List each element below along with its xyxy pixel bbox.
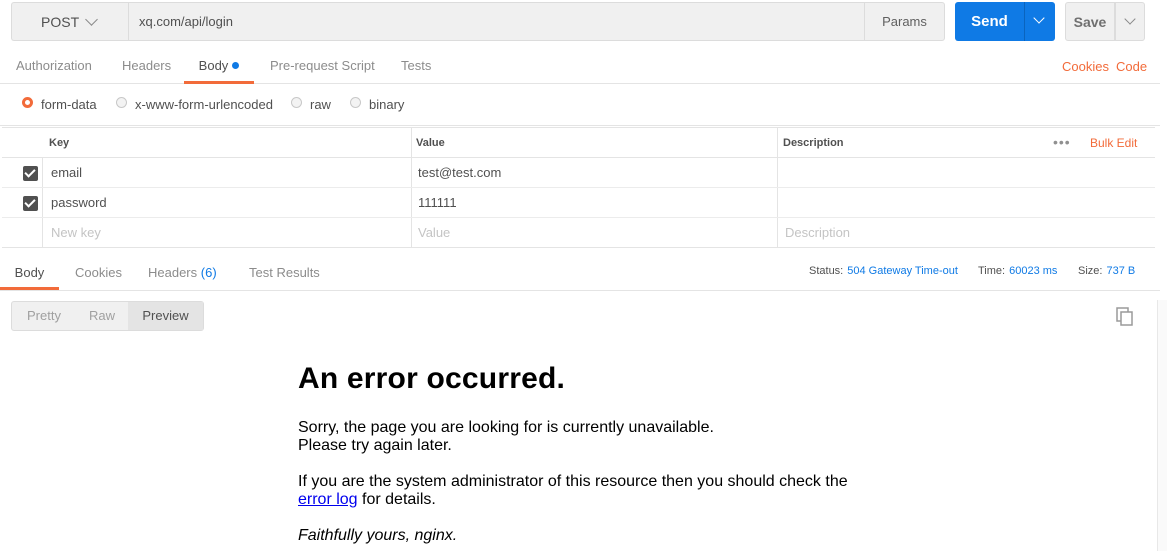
viewer-preview-button[interactable]: Preview xyxy=(128,302,203,330)
radio-binary[interactable]: binary xyxy=(350,94,404,114)
response-tab-cookies[interactable]: Cookies xyxy=(75,255,122,290)
chevron-down-icon xyxy=(1124,13,1136,25)
table-header: Key Value Description ••• Bulk Edit xyxy=(2,127,1155,158)
error-heading: An error occurred. xyxy=(298,362,566,395)
size-value[interactable]: 737 B xyxy=(1106,265,1135,277)
key-cell[interactable]: email xyxy=(51,158,82,188)
radio-binary-label: binary xyxy=(369,96,405,112)
radio-form-data[interactable]: form-data xyxy=(22,94,97,114)
save-button[interactable]: Save xyxy=(1065,2,1115,41)
column-header-description: Description xyxy=(783,137,844,149)
size-indicator: Size: 737 B xyxy=(1078,255,1135,287)
error-line-1: Sorry, the page you are looking for is c… xyxy=(298,419,714,436)
column-divider xyxy=(777,188,778,217)
body-type-selector: form-data x-www-form-urlencoded raw bina… xyxy=(0,88,1160,126)
signature: Faithfully yours, nginx. xyxy=(298,527,458,544)
time-value[interactable]: 60023 ms xyxy=(1009,265,1057,277)
tab-body[interactable]: Body xyxy=(184,48,254,84)
more-options-icon[interactable]: ••• xyxy=(1053,128,1071,159)
save-options-button[interactable] xyxy=(1115,2,1145,41)
viewer-raw-button[interactable]: Raw xyxy=(76,302,128,330)
new-key-input[interactable]: New key xyxy=(51,218,101,248)
chevron-down-icon xyxy=(85,13,98,26)
method-label: POST xyxy=(41,13,80,30)
admin-text: If you are the system administrator of t… xyxy=(298,473,848,490)
tab-pre-request-script[interactable]: Pre-request Script xyxy=(270,48,375,84)
column-divider xyxy=(42,218,43,247)
new-row: New key Value Description xyxy=(2,218,1155,248)
column-header-key: Key xyxy=(49,137,70,149)
method-select[interactable]: POST xyxy=(11,2,128,41)
send-options-button[interactable] xyxy=(1024,2,1055,41)
response-tab-body[interactable]: Body xyxy=(0,255,59,290)
table-row: password 111111 xyxy=(2,188,1155,218)
row-enabled-checkbox[interactable] xyxy=(23,196,38,211)
response-tabs: Body Cookies Headers (6) Test Results St… xyxy=(0,255,1160,291)
radio-raw[interactable]: raw xyxy=(291,94,331,114)
url-input[interactable]: xq.com/api/login xyxy=(128,2,865,41)
column-header-value: Value xyxy=(416,137,445,149)
column-divider xyxy=(42,158,43,187)
radio-raw-label: raw xyxy=(310,96,331,112)
size-label: Size: xyxy=(1078,265,1103,277)
url-value: xq.com/api/login xyxy=(139,14,233,29)
params-button[interactable]: Params xyxy=(864,2,945,41)
key-cell[interactable]: password xyxy=(51,188,107,218)
new-description-input[interactable]: Description xyxy=(785,218,850,248)
radio-icon xyxy=(291,96,302,108)
request-tabs: Authorization Headers Body Pre-request S… xyxy=(0,48,1160,84)
error-message: Sorry, the page you are looking for is c… xyxy=(298,419,898,455)
column-divider xyxy=(411,128,412,157)
tab-body-label: Body xyxy=(198,58,229,73)
radio-icon xyxy=(350,96,361,108)
viewer-pretty-button[interactable]: Pretty xyxy=(12,302,76,330)
column-divider xyxy=(777,218,778,247)
value-cell[interactable]: test@test.com xyxy=(418,158,501,188)
tab-authorization[interactable]: Authorization xyxy=(16,48,92,84)
code-link[interactable]: Code xyxy=(1116,48,1147,84)
status-indicator: Status: 504 Gateway Time-out xyxy=(809,255,958,287)
response-tab-headers[interactable]: Headers (6) xyxy=(148,255,217,290)
radio-icon xyxy=(116,96,127,108)
radio-urlencoded[interactable]: x-www-form-urlencoded xyxy=(116,94,273,114)
column-divider xyxy=(777,128,778,157)
bulk-edit-link[interactable]: Bulk Edit xyxy=(1090,128,1137,159)
value-cell[interactable]: 111111 xyxy=(418,188,457,218)
column-divider xyxy=(411,158,412,187)
form-data-table: Key Value Description ••• Bulk Edit emai… xyxy=(2,127,1155,248)
response-tab-headers-label: Headers xyxy=(148,265,198,280)
new-value-input[interactable]: Value xyxy=(418,218,450,248)
response-tab-test-results[interactable]: Test Results xyxy=(249,255,320,290)
column-divider xyxy=(411,218,412,247)
error-log-link[interactable]: error log xyxy=(298,491,358,508)
time-indicator: Time: 60023 ms xyxy=(978,255,1057,287)
status-value[interactable]: 504 Gateway Time-out xyxy=(847,265,958,277)
tab-tests[interactable]: Tests xyxy=(401,48,431,84)
request-bar: POST xq.com/api/login Params Send Save xyxy=(11,2,1146,41)
viewer-mode-selector: Pretty Raw Preview xyxy=(11,301,204,331)
column-divider xyxy=(42,188,43,217)
column-divider xyxy=(411,188,412,217)
chevron-down-icon xyxy=(1033,12,1045,24)
table-row: email test@test.com xyxy=(2,158,1155,188)
row-enabled-checkbox[interactable] xyxy=(23,166,38,181)
time-label: Time: xyxy=(978,265,1006,277)
send-button[interactable]: Send xyxy=(955,2,1024,41)
cookies-link[interactable]: Cookies xyxy=(1062,48,1109,84)
error-line-2: Please try again later. xyxy=(298,437,452,454)
scrollbar[interactable] xyxy=(1157,300,1167,551)
body-indicator-dot xyxy=(232,62,240,69)
admin-suffix: for details. xyxy=(357,491,436,508)
status-label: Status: xyxy=(809,265,844,277)
radio-selected-icon xyxy=(22,96,33,108)
headers-count-badge: (6) xyxy=(200,265,217,280)
radio-form-data-label: form-data xyxy=(41,96,97,112)
response-preview: An error occurred. Sorry, the page you a… xyxy=(298,362,898,551)
radio-urlencoded-label: x-www-form-urlencoded xyxy=(135,96,273,112)
column-divider xyxy=(777,158,778,187)
tab-headers[interactable]: Headers xyxy=(122,48,171,84)
copy-icon[interactable] xyxy=(1116,307,1134,327)
admin-message: If you are the system administrator of t… xyxy=(298,473,898,509)
